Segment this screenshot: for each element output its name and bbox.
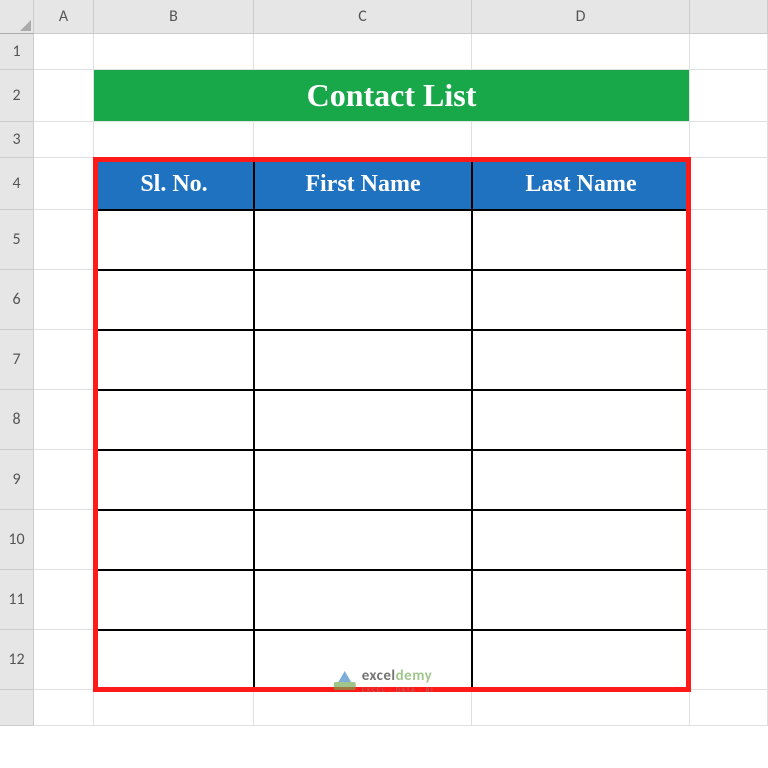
cell-A9[interactable]	[34, 450, 94, 510]
cell-stub[interactable]	[254, 690, 472, 726]
table-cell-last[interactable]	[472, 270, 690, 330]
cell-stub[interactable]	[472, 690, 690, 726]
cell-B1[interactable]	[94, 34, 254, 70]
table-cell-last[interactable]	[472, 330, 690, 390]
row-header-2[interactable]: 2	[0, 70, 34, 122]
table-cell-sl[interactable]	[94, 570, 254, 630]
cell-stub[interactable]	[94, 690, 254, 726]
cell-E11[interactable]	[690, 570, 768, 630]
row-header-12[interactable]: 12	[0, 630, 34, 690]
cell-E4[interactable]	[690, 158, 768, 210]
cell-stub[interactable]	[34, 690, 94, 726]
col-header-C[interactable]: C	[254, 0, 472, 34]
col-header-stub	[690, 0, 768, 34]
cell-E3[interactable]	[690, 122, 768, 158]
cell-E9[interactable]	[690, 450, 768, 510]
table-cell-first[interactable]	[254, 390, 472, 450]
table-cell-sl[interactable]	[94, 210, 254, 270]
cell-C3[interactable]	[254, 122, 472, 158]
row-header-7[interactable]: 7	[0, 330, 34, 390]
cell-D3[interactable]	[472, 122, 690, 158]
table-cell-last[interactable]	[472, 210, 690, 270]
row-header-1[interactable]: 1	[0, 34, 34, 70]
cell-A11[interactable]	[34, 570, 94, 630]
row-header-stub	[0, 690, 34, 726]
cell-A6[interactable]	[34, 270, 94, 330]
table-cell-last[interactable]	[472, 570, 690, 630]
cell-D1[interactable]	[472, 34, 690, 70]
table-cell-sl[interactable]	[94, 270, 254, 330]
cell-E8[interactable]	[690, 390, 768, 450]
table-cell-first[interactable]	[254, 330, 472, 390]
cell-E12[interactable]	[690, 630, 768, 690]
table-cell-last[interactable]	[472, 450, 690, 510]
table-cell-first[interactable]	[254, 630, 472, 690]
row-header-10[interactable]: 10	[0, 510, 34, 570]
title-cell[interactable]: Contact List	[94, 70, 690, 122]
cell-E6[interactable]	[690, 270, 768, 330]
table-cell-first[interactable]	[254, 450, 472, 510]
cell-A5[interactable]	[34, 210, 94, 270]
table-cell-sl[interactable]	[94, 330, 254, 390]
table-cell-last[interactable]	[472, 390, 690, 450]
table-cell-sl[interactable]	[94, 630, 254, 690]
table-cell-last[interactable]	[472, 510, 690, 570]
table-cell-first[interactable]	[254, 270, 472, 330]
col-header-A[interactable]: A	[34, 0, 94, 34]
cell-A10[interactable]	[34, 510, 94, 570]
cell-E1[interactable]	[690, 34, 768, 70]
table-cell-first[interactable]	[254, 210, 472, 270]
table-cell-first[interactable]	[254, 570, 472, 630]
cell-C1[interactable]	[254, 34, 472, 70]
row-header-5[interactable]: 5	[0, 210, 34, 270]
table-cell-sl[interactable]	[94, 390, 254, 450]
cell-A2[interactable]	[34, 70, 94, 122]
cell-A8[interactable]	[34, 390, 94, 450]
row-header-8[interactable]: 8	[0, 390, 34, 450]
cell-A1[interactable]	[34, 34, 94, 70]
cell-A4[interactable]	[34, 158, 94, 210]
cell-E2[interactable]	[690, 70, 768, 122]
row-header-9[interactable]: 9	[0, 450, 34, 510]
select-all-corner[interactable]	[0, 0, 34, 34]
row-header-6[interactable]: 6	[0, 270, 34, 330]
table-header-last[interactable]: Last Name	[472, 158, 690, 210]
col-header-B[interactable]: B	[94, 0, 254, 34]
row-header-3[interactable]: 3	[0, 122, 34, 158]
row-header-4[interactable]: 4	[0, 158, 34, 210]
table-cell-last[interactable]	[472, 630, 690, 690]
cell-A12[interactable]	[34, 630, 94, 690]
table-cell-sl[interactable]	[94, 450, 254, 510]
cell-E7[interactable]	[690, 330, 768, 390]
spreadsheet-grid: A B C D 1 2 Contact List 3 4 Sl. No. Fir…	[0, 0, 768, 726]
cell-B3[interactable]	[94, 122, 254, 158]
col-header-D[interactable]: D	[472, 0, 690, 34]
cell-E10[interactable]	[690, 510, 768, 570]
table-cell-first[interactable]	[254, 510, 472, 570]
cell-A3[interactable]	[34, 122, 94, 158]
cell-stub[interactable]	[690, 690, 768, 726]
table-cell-sl[interactable]	[94, 510, 254, 570]
row-header-11[interactable]: 11	[0, 570, 34, 630]
cell-E5[interactable]	[690, 210, 768, 270]
cell-A7[interactable]	[34, 330, 94, 390]
table-header-sl[interactable]: Sl. No.	[94, 158, 254, 210]
table-header-first[interactable]: First Name	[254, 158, 472, 210]
